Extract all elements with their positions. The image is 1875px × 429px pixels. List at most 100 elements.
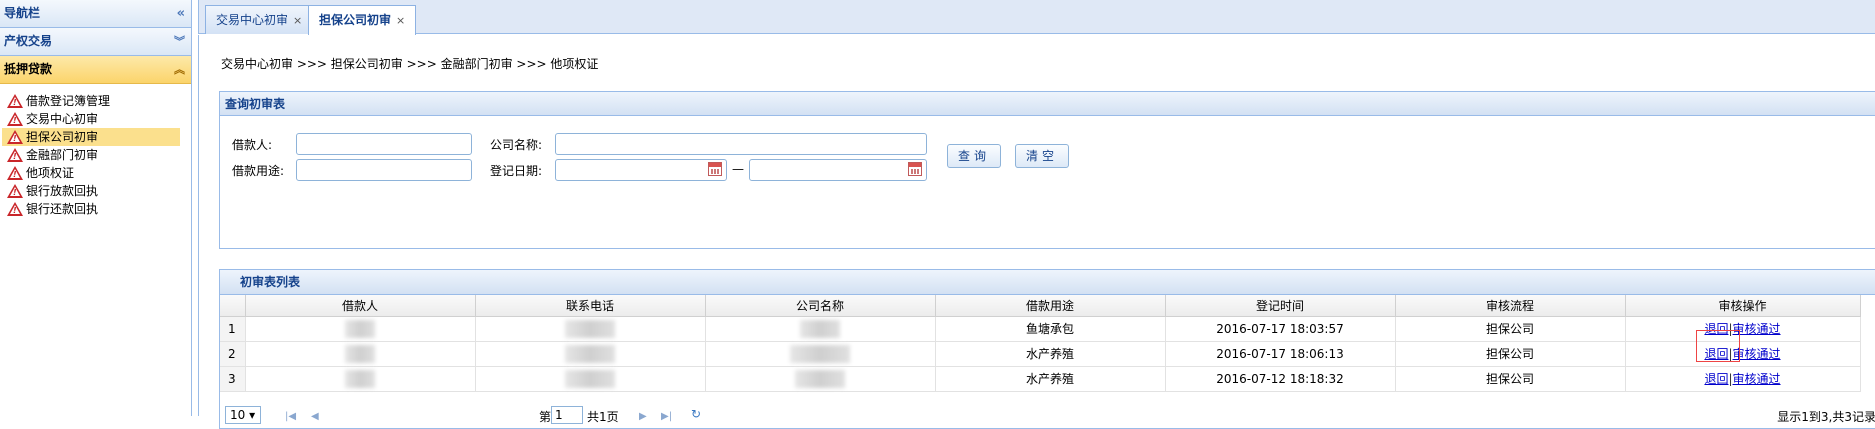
borrower-cell [245,316,476,342]
list-panel-title: 初审表列表 [220,270,1875,295]
sidebar-item-label: 担保公司初审 [26,130,99,144]
sidebar-item-bank-loan-receipt[interactable]: ! 银行放款回执 [2,182,180,200]
start-date-input[interactable] [555,159,727,181]
sidebar-item-loan-register[interactable]: ! 借款登记簿管理 [2,92,180,110]
table-row[interactable]: 1 鱼塘承包 2016-07-17 18:03:57 担保公司 退回|审核通过 [220,316,1861,342]
flow-cell: 担保公司 [1395,341,1626,367]
warning-icon: ! [7,130,23,144]
calendar-icon[interactable] [708,162,722,176]
tab-trade-center[interactable]: 交易中心初审 × [205,5,314,34]
results-table: 借款人 联系电话 公司名称 借款用途 登记时间 审核流程 审核操作 1 鱼塘承包… [220,295,1861,392]
phone-cell [475,316,706,342]
sidebar-item-label: 金融部门初审 [26,148,99,162]
redacted-block [565,319,615,338]
redacted-block [565,344,615,363]
next-page-icon[interactable]: ▶ [639,411,647,422]
action-cell: 退回|审核通过 [1625,366,1861,392]
purpose-input[interactable] [296,159,472,181]
sidebar-item-other-rights[interactable]: ! 他项权证 [2,164,180,182]
phone-cell [475,341,706,367]
table-row[interactable]: 2 水产养殖 2016-07-17 18:06:13 担保公司 退回|审核通过 [220,341,1861,367]
row-number: 2 [220,341,246,367]
list-panel: 初审表列表 借款人 联系电话 公司名称 借款用途 登记时间 审核流程 审核操作 [219,269,1875,429]
flow-cell: 担保公司 [1395,316,1626,342]
return-link[interactable]: 退回 [1704,372,1728,386]
company-cell [705,366,936,392]
sidebar-item-bank-repay-receipt[interactable]: ! 银行还款回执 [2,200,180,218]
table-row[interactable]: 3 水产养殖 2016-07-12 18:18:32 担保公司 退回|审核通过 [220,366,1861,392]
sidebar-item-label: 银行放款回执 [26,184,99,198]
tab-label: 担保公司初审 [319,13,392,27]
chevron-up-icon[interactable]: ︽ [174,56,185,83]
warning-icon: ! [7,112,23,126]
clear-button[interactable]: 清空 [1015,144,1070,168]
date-label: 登记日期: [490,164,543,178]
search-button[interactable]: 查询 [947,144,1002,168]
first-page-icon[interactable]: |◀ [285,411,296,422]
purpose-cell: 水产养殖 [935,366,1166,392]
sidebar-item-finance[interactable]: ! 金融部门初审 [2,146,180,164]
row-number: 3 [220,366,246,392]
highlight-box [1696,330,1740,362]
borrower-input[interactable] [296,133,472,155]
flow-cell: 担保公司 [1395,366,1626,392]
main-content: 交易中心初审 >>> 担保公司初审 >>> 金融部门初审 >>> 他项权证 查询… [198,35,1875,429]
redacted-block [345,344,375,363]
refresh-icon[interactable]: ↻ [691,407,701,421]
redacted-block [795,369,845,388]
action-cell: 退回|审核通过 [1625,341,1861,367]
page-size-value: 10 [230,408,246,422]
company-cell [705,341,936,367]
nav-tree: ! 借款登记簿管理 ! 交易中心初审 ! 担保公司初审 ! 金融部门初审 ! 他项权证 !… [0,84,191,218]
redacted-block [790,344,850,363]
record-summary: 显示1到3,共3记录 [1777,410,1875,424]
warning-icon: ! [7,184,23,198]
page-number-input[interactable]: 1 [551,406,583,424]
column-header[interactable]: 审核操作 [1625,295,1861,317]
company-label: 公司名称: [490,138,543,152]
page-total: 共1页 [587,410,619,424]
chevron-down-icon[interactable]: ︾ [174,28,185,55]
tab-label: 交易中心初审 [216,13,289,27]
company-input[interactable] [555,133,927,155]
close-icon[interactable]: × [293,14,302,27]
sidebar-item-label: 交易中心初审 [26,112,99,126]
borrower-label: 借款人: [232,138,273,152]
warning-icon: ! [7,166,23,180]
sidebar-item-label: 借款登记簿管理 [26,94,111,108]
sidebar-item-guarantee[interactable]: ! 担保公司初审 [2,128,180,146]
row-number: 1 [220,316,246,342]
collapse-icon[interactable]: « [177,0,185,27]
column-header[interactable]: 借款人 [245,295,476,317]
page-prefix: 第 [539,410,552,424]
section-diya[interactable]: 抵押贷款 ︽ [0,56,191,84]
time-cell: 2016-07-12 18:18:32 [1165,366,1396,392]
purpose-cell: 水产养殖 [935,341,1166,367]
section-label: 抵押贷款 [4,62,53,76]
sidebar-item-trade-center[interactable]: ! 交易中心初审 [2,110,180,128]
purpose-cell: 鱼塘承包 [935,316,1166,342]
column-header[interactable]: 审核流程 [1395,295,1626,317]
calendar-icon[interactable] [908,162,922,176]
section-chanquan[interactable]: 产权交易 ︾ [0,28,191,56]
action-cell: 退回|审核通过 [1625,316,1861,342]
tab-guarantee[interactable]: 担保公司初审 × [308,5,417,35]
page-size-select[interactable]: 10 ▾ [225,406,261,424]
column-header[interactable]: 登记时间 [1165,295,1396,317]
borrower-cell [245,341,476,367]
approve-link[interactable]: 审核通过 [1733,372,1781,386]
warning-icon: ! [7,148,23,162]
close-icon[interactable]: × [396,14,405,27]
prev-page-icon[interactable]: ◀ [311,411,319,422]
nav-panel-header: 导航栏 « [0,0,191,28]
redacted-block [345,319,375,338]
column-header[interactable]: 联系电话 [475,295,706,317]
table-header-row: 借款人 联系电话 公司名称 借款用途 登记时间 审核流程 审核操作 [220,295,1861,317]
column-header[interactable]: 借款用途 [935,295,1166,317]
end-date-input[interactable] [749,159,927,181]
section-label: 产权交易 [4,34,53,48]
column-header[interactable]: 公司名称 [705,295,936,317]
last-page-icon[interactable]: ▶| [661,411,672,422]
redacted-block [565,369,615,388]
sidebar-item-label: 他项权证 [26,166,75,180]
